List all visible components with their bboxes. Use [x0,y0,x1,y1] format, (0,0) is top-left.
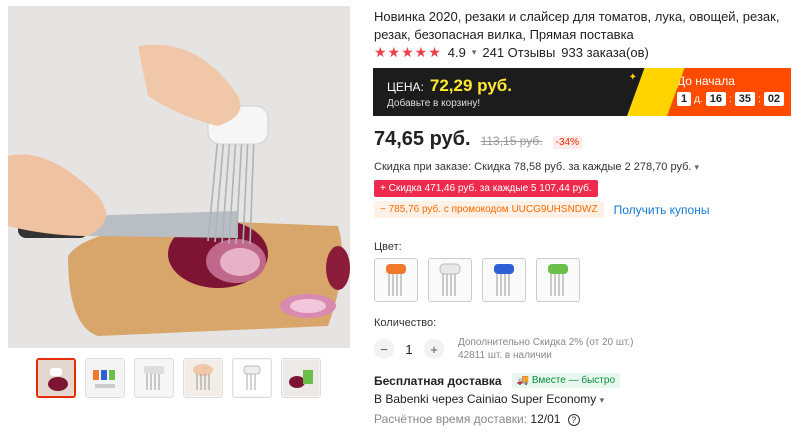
shipping-header: Бесплатная доставка 🚚 Вместе — быстро [374,373,621,388]
color-option-white[interactable] [428,258,472,302]
quantity-increase-button[interactable]: + [424,339,444,359]
thumbnail-4[interactable] [183,358,223,398]
thumbnail-strip [36,358,321,398]
countdown-minutes: 35 [734,92,756,106]
shipping-method[interactable]: В Babenki через Cainiao Super Economy ▾ [374,392,604,406]
old-price: 113,15 руб. [480,134,543,148]
countdown-days-unit: д. [694,93,703,105]
truck-icon: 🚚 [516,375,530,386]
shipping-badge-text: Вместе — быстро [531,375,616,386]
rating-stars-icon: ★★★★★ [374,44,442,60]
delivery-time: Расчётное время доставки: 12/01 ? [374,412,580,426]
orders-count: 933 заказа(ов) [561,45,649,60]
delivery-time-value: 12/01 [530,412,561,426]
promo-label: ЦЕНА: [387,80,424,94]
stock-count: 42811 шт. в наличии [458,350,552,361]
shipping-badge: 🚚 Вместе — быстро [511,373,621,388]
thumbnail-6[interactable] [281,358,321,398]
countdown-days: 1 [677,92,692,106]
thumbnail-1[interactable] [36,358,76,398]
color-option-blue[interactable] [482,258,526,302]
countdown-sep: : [758,93,761,105]
main-product-image[interactable] [8,6,350,348]
quantity-value[interactable]: 1 [404,342,414,357]
countdown-seconds: 02 [763,92,785,106]
thumbnail-3[interactable] [134,358,174,398]
countdown-label: До начала [677,74,735,88]
thumbnail-5[interactable] [232,358,272,398]
order-discount[interactable]: Скидка при заказе: Скидка 78,58 руб. за … [374,161,699,173]
rating-row: ★★★★★ 4.9 ▾ 241 Отзывы 933 заказа(ов) [374,44,649,61]
countdown-sep: : [729,93,732,105]
delivery-time-label: Расчётное время доставки: [374,412,528,426]
help-icon[interactable]: ? [567,414,580,426]
color-swatches [374,258,580,302]
promo-price: 72,29 руб. [429,76,512,95]
thumbnail-2[interactable] [85,358,125,398]
sparkle-icon: ✦ [628,72,637,83]
stock-info: Дополнительно Скидка 2% (от 20 шт.) 4281… [458,336,633,362]
rating-value[interactable]: 4.9 [448,45,466,60]
coupon-row: − 785,76 руб. с промокодом UUCG9UHSNDWZ … [374,201,709,218]
promo-code-tag: − 785,76 руб. с промокодом UUCG9UHSNDWZ [374,201,604,218]
quantity-stepper: − 1 + Дополнительно Скидка 2% (от 20 шт.… [374,336,633,362]
color-label: Цвет: [374,241,402,253]
product-title: Новинка 2020, резаки и слайсер для томат… [374,9,780,42]
countdown-timer: 1 д. 16 : 35 : 02 [677,92,791,106]
discount-badge: -34% [552,136,582,149]
countdown-panel: До начала 1 д. 16 : 35 : 02 [667,68,791,116]
order-discount-text: Скидка при заказе: Скидка 78,58 руб. за … [374,161,692,173]
chevron-down-icon[interactable]: ▾ [600,395,605,405]
promo-price-panel: ЦЕНА: 72,29 руб. Добавьте в корзину! ✦ [373,68,687,116]
color-option-green[interactable] [536,258,580,302]
get-coupons-link[interactable]: Получить купоны [614,203,710,217]
store-discount-tag: + Скидка 471,46 руб. за каждые 5 107,44 … [374,180,598,197]
quantity-label: Количество: [374,317,437,329]
price-row: 74,65 руб. 113,15 руб. -34% [374,128,582,151]
promo-subtitle: Добавьте в корзину! [387,98,481,109]
current-price: 74,65 руб. [374,128,471,150]
shipping-title: Бесплатная доставка [374,373,502,388]
countdown-hours: 16 [705,92,726,106]
chevron-down-icon[interactable]: ▾ [695,162,700,172]
reviews-count[interactable]: 241 Отзывы [482,45,555,60]
promo-banner[interactable]: ЦЕНА: 72,29 руб. Добавьте в корзину! ✦ Д… [373,68,791,116]
quantity-decrease-button[interactable]: − [374,339,394,359]
shipping-method-text: В Babenki через Cainiao Super Economy [374,392,597,406]
extra-discount-text: Дополнительно Скидка 2% (от 20 шт.) [458,337,634,348]
color-option-orange[interactable] [374,258,418,302]
chevron-down-icon[interactable]: ▾ [472,47,477,58]
